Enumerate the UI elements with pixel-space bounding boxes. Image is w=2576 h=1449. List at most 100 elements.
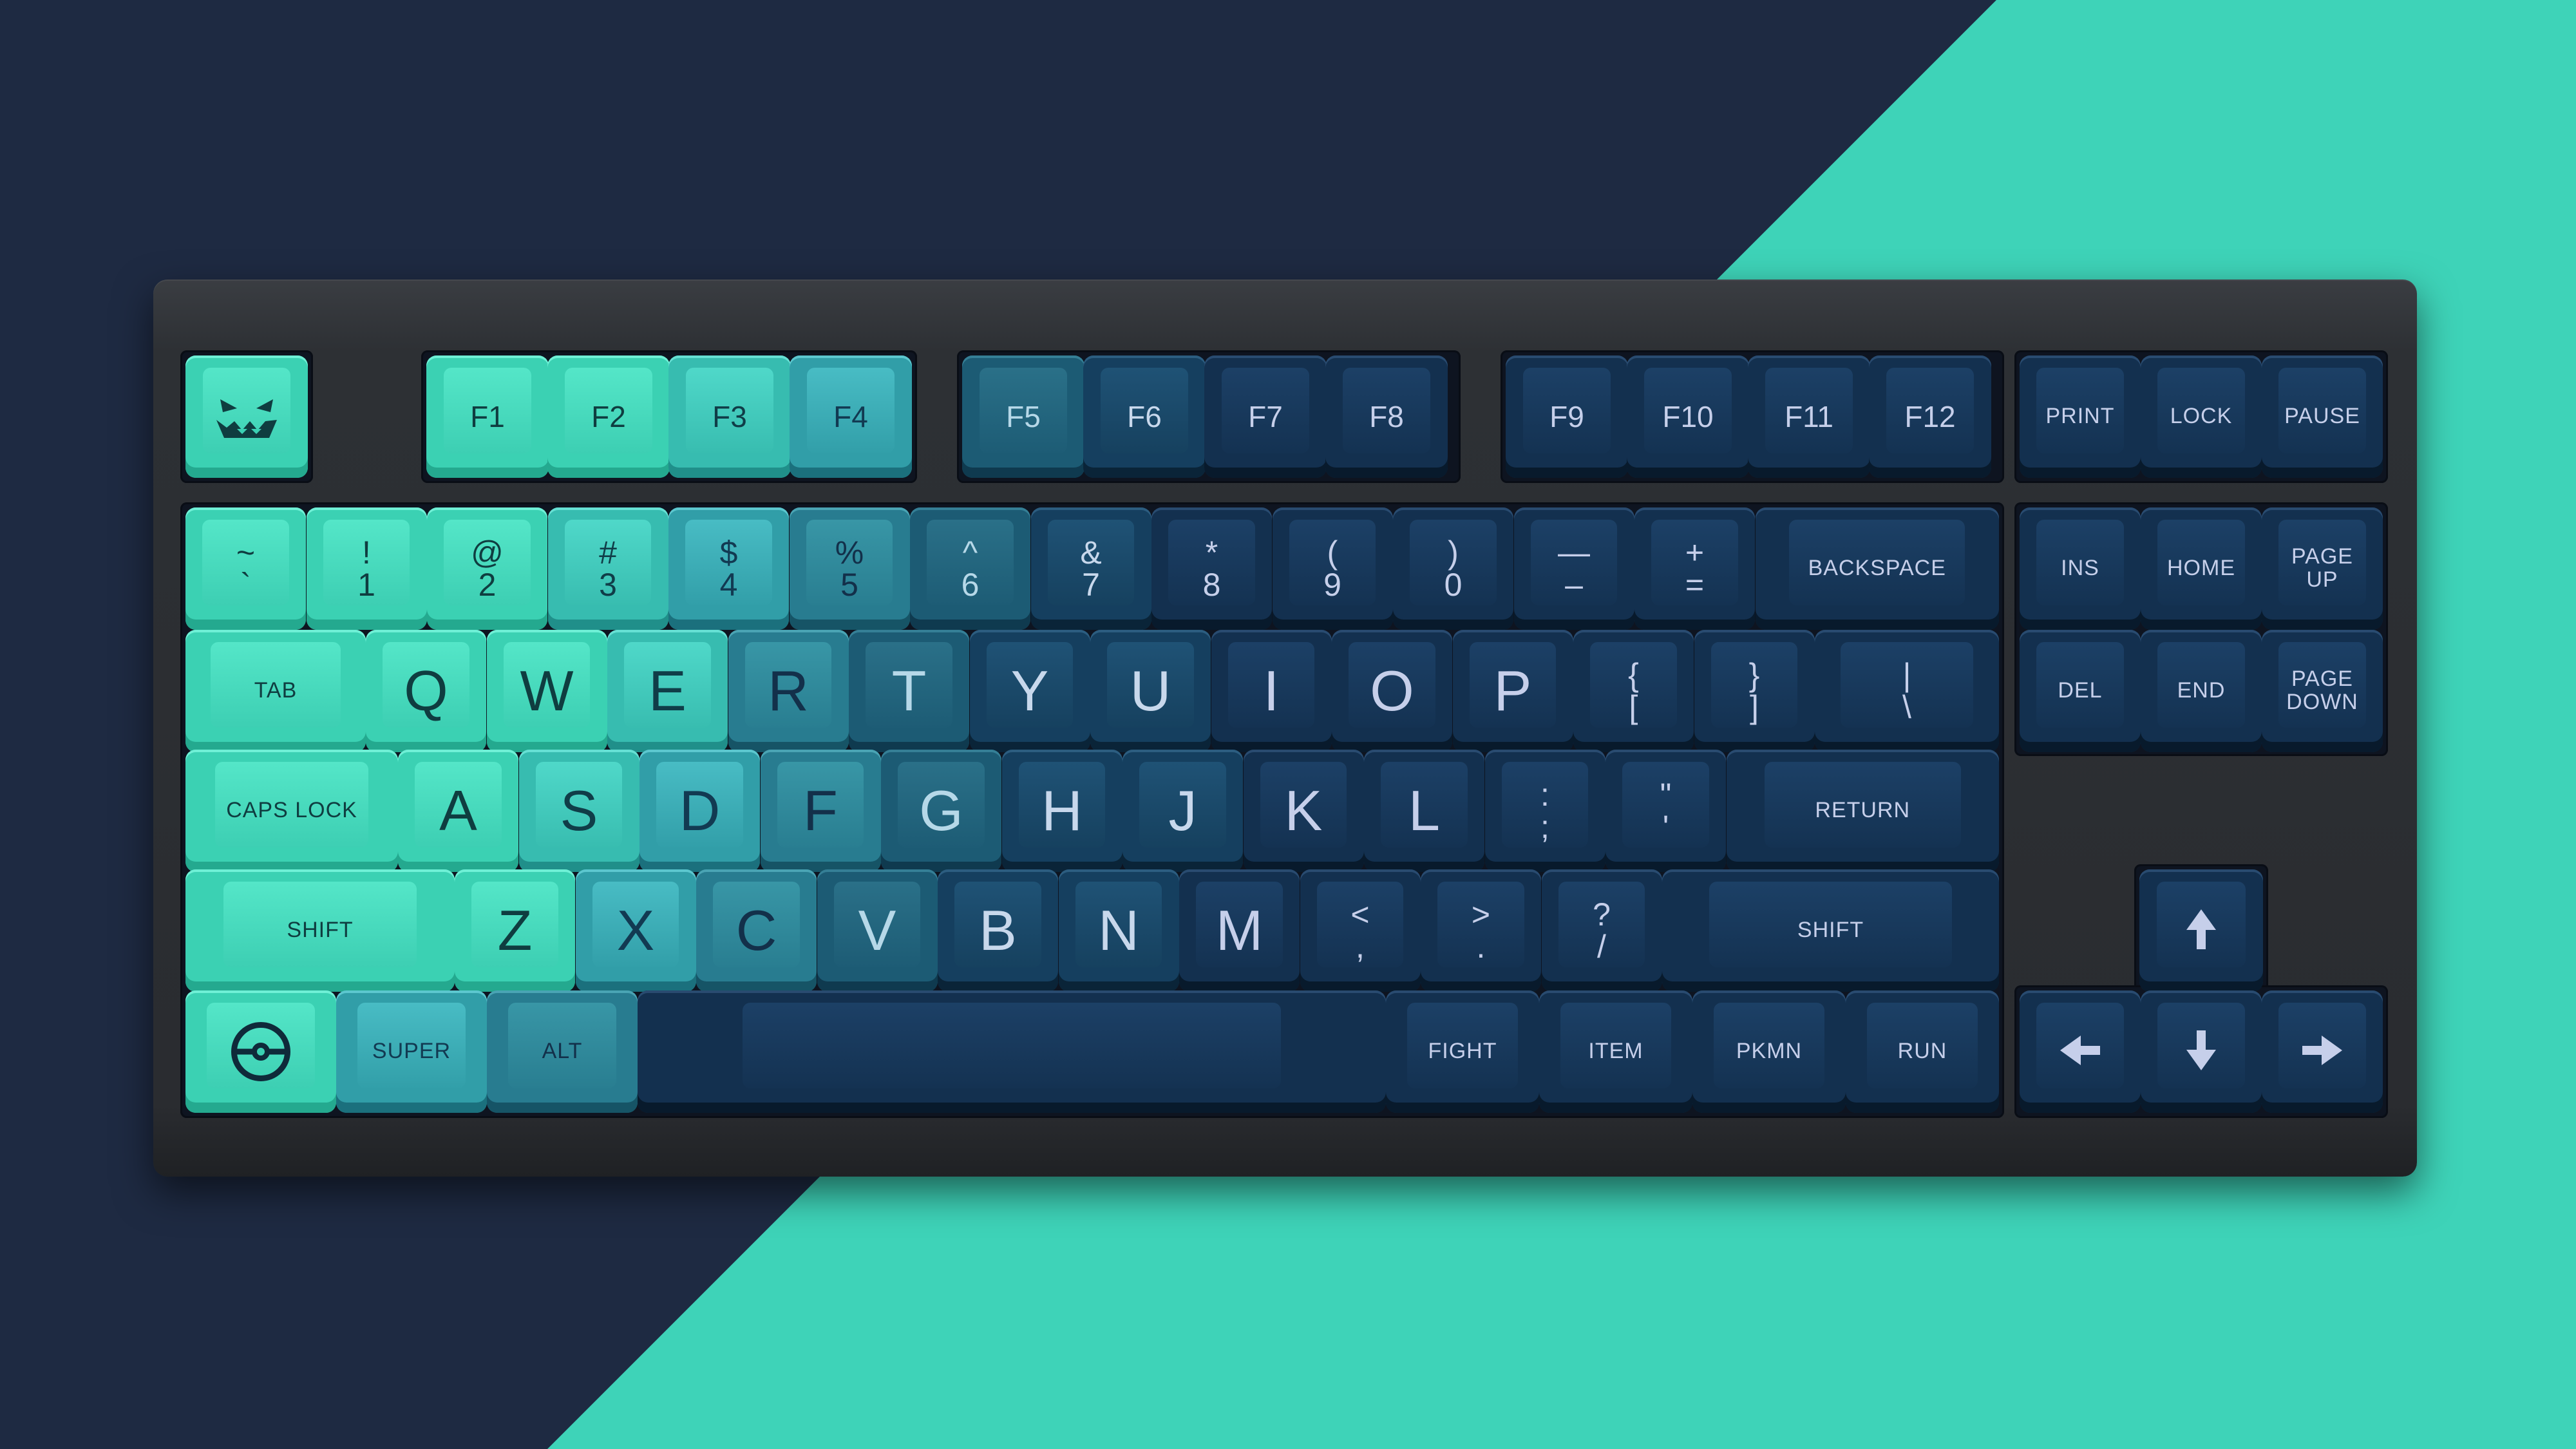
alt-key[interactable]: ALT <box>487 990 638 1113</box>
key-j[interactable]: J <box>1122 750 1243 872</box>
key-f1[interactable]: F1 <box>426 355 549 478</box>
key-f8-legend-top: F8 <box>1369 399 1404 433</box>
key-d[interactable]: D <box>639 750 760 872</box>
key-item[interactable]: ITEM <box>1539 990 1692 1113</box>
key-lock[interactable]: LOCK <box>2141 355 2262 478</box>
key-3[interactable]: #3 <box>547 507 668 630</box>
key-e[interactable]: E <box>607 630 728 752</box>
key-pkmn[interactable]: PKMN <box>1692 990 1846 1113</box>
key-7[interactable]: & 7 <box>1030 507 1151 630</box>
key-ins[interactable]: INS <box>2020 507 2141 630</box>
left-arrow-key[interactable] <box>2020 990 2141 1113</box>
key-f3[interactable]: F3 <box>668 355 791 478</box>
key-o[interactable]: O <box>1332 630 1452 752</box>
caps-lock-key[interactable]: CAPS LOCK <box>185 750 398 872</box>
return-key[interactable]: RETURN <box>1726 750 1999 872</box>
key-pause[interactable]: PAUSE <box>2262 355 2383 478</box>
key-f8[interactable]: F8 <box>1325 355 1448 478</box>
key-right-bracket[interactable]: }] <box>1694 630 1815 752</box>
key-g[interactable]: G <box>881 750 1001 872</box>
key-l[interactable]: L <box>1364 750 1484 872</box>
key-p[interactable]: P <box>1452 630 1573 752</box>
key-fight[interactable]: FIGHT <box>1386 990 1539 1113</box>
key-item-legend-top: ITEM <box>1588 1039 1643 1064</box>
key-s[interactable]: S <box>518 750 639 872</box>
up-arrow-key[interactable] <box>2139 869 2263 992</box>
key-f10[interactable]: F10 <box>1627 355 1749 478</box>
key-slash[interactable]: ? / <box>1541 869 1662 992</box>
key-t[interactable]: T <box>849 630 969 752</box>
key-z[interactable]: Z <box>455 869 575 992</box>
key-backslash-legend-bottom: \ <box>1902 689 1911 725</box>
key-5[interactable]: % 5 <box>789 507 910 630</box>
backspace-key[interactable]: BACKSPACE <box>1755 507 1999 630</box>
key-2[interactable]: @2 <box>427 507 547 630</box>
key-y[interactable]: Y <box>969 630 1090 752</box>
spacebar[interactable] <box>638 990 1386 1113</box>
key-c[interactable]: C <box>696 869 817 992</box>
super-key[interactable]: SUPER <box>336 990 487 1113</box>
key-b-legend-top: B <box>979 898 1017 962</box>
key-f6[interactable]: F6 <box>1083 355 1206 478</box>
key-f11[interactable]: F11 <box>1748 355 1870 478</box>
key-f2[interactable]: F2 <box>547 355 670 478</box>
key-m[interactable]: M <box>1179 869 1300 992</box>
key-period[interactable]: >. <box>1421 869 1541 992</box>
key-left-bracket[interactable]: {[ <box>1573 630 1694 752</box>
key-print[interactable]: PRINT <box>2020 355 2141 478</box>
key-8[interactable]: * 8 <box>1151 507 1272 630</box>
key-end[interactable]: END <box>2141 630 2262 752</box>
key-9-legend-top: ( <box>1327 535 1338 571</box>
key-grave[interactable]: ~ ` <box>185 507 306 630</box>
key-4[interactable]: $4 <box>668 507 789 630</box>
key-f9[interactable]: F9 <box>1506 355 1628 478</box>
key-f7[interactable]: F7 <box>1204 355 1327 478</box>
tab-key-legend-top: TAB <box>254 678 298 703</box>
key-del[interactable]: DEL <box>2020 630 2141 752</box>
tab-key[interactable]: TAB <box>185 630 366 752</box>
left-shift-key[interactable]: SHIFT <box>185 869 455 992</box>
key-k[interactable]: K <box>1243 750 1364 872</box>
key-n[interactable]: N <box>1058 869 1179 992</box>
down-arrow-key[interactable] <box>2141 990 2262 1113</box>
key-b[interactable]: B <box>938 869 1058 992</box>
key-left-bracket-legend-top: { <box>1628 657 1639 693</box>
key-i[interactable]: I <box>1211 630 1332 752</box>
key-backslash-legend-top: | <box>1902 657 1911 693</box>
key-1[interactable]: ! 1 <box>306 507 427 630</box>
key-home[interactable]: HOME <box>2141 507 2262 630</box>
key-f5[interactable]: F5 <box>962 355 1084 478</box>
key-x[interactable]: X <box>575 869 696 992</box>
pokeball-key[interactable] <box>185 990 336 1113</box>
key-equals[interactable]: + = <box>1634 507 1755 630</box>
key-f12[interactable]: F12 <box>1869 355 1991 478</box>
key-w[interactable]: W <box>486 630 607 752</box>
key-f4[interactable]: F4 <box>790 355 912 478</box>
key-comma-legend-bottom: , <box>1356 929 1365 965</box>
key-right-bracket-legend-bottom: ] <box>1750 689 1759 725</box>
key-v[interactable]: V <box>817 869 938 992</box>
right-arrow-key[interactable] <box>2262 990 2383 1113</box>
escape-key[interactable] <box>185 355 308 478</box>
key-0[interactable]: ) 0 <box>1393 507 1513 630</box>
key-minus[interactable]: — – <box>1513 507 1634 630</box>
key-r[interactable]: R <box>728 630 849 752</box>
key-comma[interactable]: <, <box>1300 869 1421 992</box>
key-print-legend-top: PRINT <box>2045 404 2115 429</box>
key-f[interactable]: F <box>760 750 881 872</box>
key-a[interactable]: A <box>398 750 518 872</box>
key-6[interactable]: ^ 6 <box>910 507 1030 630</box>
key-del-legend-top: DEL <box>2058 678 2103 703</box>
key-f4-legend-top: F4 <box>833 399 868 433</box>
right-shift-key[interactable]: SHIFT <box>1662 869 1999 992</box>
key-quote[interactable]: " ' <box>1605 750 1726 872</box>
key-u[interactable]: U <box>1090 630 1211 752</box>
key-q[interactable]: Q <box>366 630 486 752</box>
key-page-up[interactable]: PAGE UP <box>2262 507 2383 630</box>
key-h[interactable]: H <box>1001 750 1122 872</box>
key-backslash[interactable]: | \ <box>1815 630 1999 752</box>
key-9[interactable]: (9 <box>1272 507 1393 630</box>
key-run[interactable]: RUN <box>1846 990 1999 1113</box>
key-page-down[interactable]: PAGE DOWN <box>2262 630 2383 752</box>
key-semicolon[interactable]: :; <box>1484 750 1605 872</box>
